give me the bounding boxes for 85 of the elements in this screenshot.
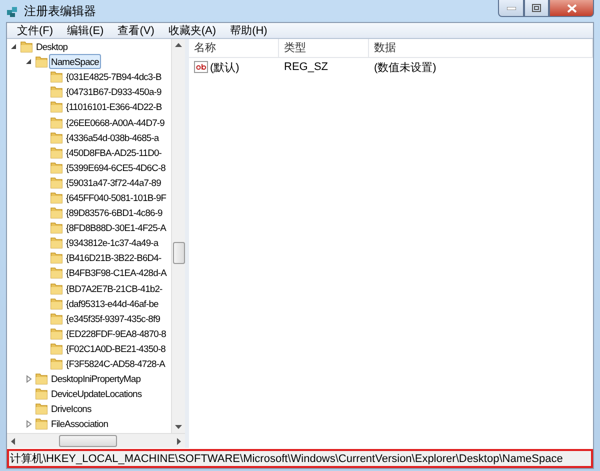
expanded-triangle-icon[interactable]	[10, 43, 17, 50]
tree-item[interactable]: {F02C1A0D-BE21-4350-8	[64, 340, 168, 356]
tree-item[interactable]: DesktopIniPropertyMap	[49, 371, 143, 386]
folder-icon	[50, 146, 63, 159]
minimize-button[interactable]	[498, 0, 524, 17]
menu-item[interactable]: 编辑(E)	[60, 23, 111, 38]
folder-icon	[35, 417, 48, 430]
registry-editor-icon	[6, 4, 20, 18]
tree-item[interactable]: Desktop	[34, 39, 70, 54]
maximize-button[interactable]	[524, 0, 549, 17]
tree-item[interactable]: {5399E694-6CE5-4D6C-8	[64, 160, 168, 175]
value-type: REG_SZ	[283, 61, 330, 73]
folder-icon	[50, 251, 63, 264]
folder-icon	[50, 160, 63, 174]
folder-icon	[50, 282, 63, 295]
menu-item[interactable]: 文件(F)	[10, 23, 60, 38]
menu-item[interactable]: 查看(V)	[110, 23, 162, 38]
collapsed-triangle-icon[interactable]	[26, 420, 32, 428]
window-title: 注册表编辑器	[24, 2, 96, 20]
menu-item[interactable]: 帮助(H)	[223, 23, 274, 38]
folder-icon	[35, 402, 48, 416]
scroll-right-icon[interactable]	[177, 438, 181, 445]
tree-item[interactable]: {031E4825-7B94-4dc3-B	[64, 69, 164, 84]
tree-item[interactable]: {450D8FBA-AD25-11D0-	[64, 144, 164, 160]
close-icon	[566, 4, 576, 12]
close-button[interactable]	[549, 0, 594, 17]
folder-icon	[50, 266, 63, 280]
tree-item[interactable]: {e345f35f-9397-435c-8f9	[64, 310, 162, 326]
value-name[interactable]: (默认)	[210, 60, 240, 74]
menu-item[interactable]: 收藏夹(A)	[161, 23, 224, 38]
tree-item[interactable]: {F3F5824C-AD58-4728-A	[64, 356, 167, 372]
tree-item[interactable]: NameSpace	[49, 54, 101, 70]
tree-item[interactable]: {B4FB3F98-C1EA-428d-A	[64, 265, 169, 280]
column-header[interactable]: 类型	[279, 39, 369, 57]
folder-icon	[50, 70, 63, 84]
scroll-down-icon[interactable]	[175, 425, 182, 429]
folder-icon	[50, 357, 63, 370]
folder-icon	[35, 387, 48, 400]
value-data: (数值未设置)	[373, 60, 438, 74]
scroll-left-icon[interactable]	[11, 438, 15, 445]
tree-item[interactable]: DeviceUpdateLocations	[49, 386, 144, 402]
folder-icon	[50, 312, 63, 325]
column-header[interactable]: 名称	[189, 39, 279, 57]
tree-item[interactable]: FileAssociation	[49, 416, 110, 432]
folder-icon	[50, 100, 63, 114]
folder-icon	[50, 326, 63, 340]
minimize-icon	[506, 6, 516, 10]
folder-icon	[50, 342, 63, 355]
tree-item[interactable]: {daf95313-e44d-46af-be	[64, 296, 160, 311]
folder-icon	[50, 116, 63, 129]
tree-item[interactable]: {645FF040-5081-101B-9F	[64, 190, 168, 205]
horizontal-scrollbar[interactable]	[7, 433, 185, 448]
scroll-up-icon[interactable]	[175, 43, 182, 47]
folder-icon	[35, 55, 48, 68]
tree-item[interactable]: {89D83576-6BD1-4c86-9	[64, 205, 164, 220]
string-value-icon	[194, 61, 208, 73]
folder-icon	[50, 236, 63, 250]
tree-item[interactable]: {59031a47-3f72-44a7-89	[64, 174, 163, 190]
tree-item[interactable]: {8FD8B88D-30E1-4F25-A	[64, 220, 168, 236]
scrollbar-thumb[interactable]	[173, 242, 185, 264]
tree-item[interactable]: {11016101-E366-4D22-B	[64, 99, 164, 114]
tree-item[interactable]: {9343812e-1c37-4a49-a	[64, 235, 160, 250]
maximize-icon	[532, 4, 541, 12]
folder-icon	[35, 372, 48, 386]
folder-icon	[50, 296, 63, 310]
expanded-triangle-icon[interactable]	[25, 58, 32, 66]
tree-item[interactable]: {BD7A2E7B-21CB-41b2-	[64, 280, 164, 296]
folder-icon	[50, 85, 63, 98]
vertical-scrollbar[interactable]	[171, 39, 185, 433]
tree-item[interactable]: DriveIcons	[49, 401, 94, 416]
collapsed-triangle-icon[interactable]	[26, 374, 32, 383]
tree-item[interactable]: {04731B67-D933-450a-9	[64, 84, 164, 100]
tree-item[interactable]: {26EE0668-A00A-44D7-9	[64, 114, 166, 130]
registry-path: 计算机\HKEY_LOCAL_MACHINE\SOFTWARE\Microsoft\Windows\CurrentVersion\Explorer\Desktop\NameSpace	[9, 452, 563, 466]
folder-icon	[50, 130, 63, 144]
folder-icon	[50, 190, 63, 204]
tree-item[interactable]: {B416D21B-3B22-B6D4-	[64, 250, 164, 266]
tree-item[interactable]: {ED228FDF-9EA8-4870-8	[64, 326, 168, 341]
folder-icon	[20, 40, 33, 54]
column-header[interactable]: 数据	[369, 39, 593, 57]
tree-item[interactable]: {4336a54d-038b-4685-a	[64, 130, 161, 145]
scrollbar-thumb[interactable]	[59, 435, 117, 447]
folder-icon	[50, 176, 63, 189]
folder-icon	[50, 206, 63, 220]
folder-icon	[50, 221, 63, 234]
